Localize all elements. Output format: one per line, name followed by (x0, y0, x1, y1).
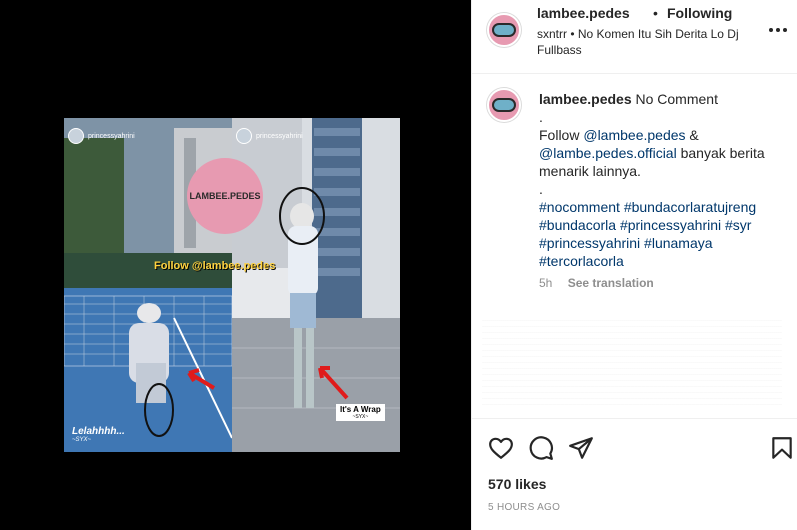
avatar[interactable] (487, 88, 521, 122)
caption-lelah-text: Lelahhhh... (72, 426, 125, 437)
see-translation-button[interactable]: See translation (568, 276, 654, 290)
post-actions: 570 likes 5 HOURS AGO (472, 418, 797, 530)
heart-icon[interactable] (488, 435, 514, 461)
follow-overlay-text: Follow @lambee.pedes (154, 260, 276, 272)
avatar-image (492, 98, 516, 112)
more-dot (769, 28, 773, 32)
caption-dot-line: . (539, 181, 543, 197)
more-dot (783, 28, 787, 32)
bookmark-icon[interactable] (769, 435, 795, 461)
comment-time[interactable]: 5h (539, 276, 552, 290)
mention-link[interactable]: @lambe.pedes.official (539, 145, 677, 161)
music-info[interactable]: sxntrr • No Komen Itu Sih Derita Lo Dj F… (537, 26, 752, 58)
comment-bubble-icon[interactable] (528, 435, 554, 461)
story-avatar (68, 128, 84, 144)
more-horizontal-icon[interactable] (769, 28, 787, 32)
comment-meta: 5h See translation (539, 276, 654, 290)
avatar[interactable] (487, 13, 521, 47)
lambee-pedes-logo: LAMBEE.PEDES (187, 158, 263, 234)
caption-wrap-text: It's A Wrap (340, 405, 381, 414)
collage-panel-right: princessyahrini It's A Wrap ~SYX~ (232, 118, 400, 452)
caption-lelah-sub: ~SYX~ (72, 437, 92, 443)
story-username: princessyahrini (88, 132, 135, 140)
story-header-right: princessyahrini (236, 128, 303, 144)
like-count[interactable]: 570 likes (488, 476, 546, 492)
post-header: lambee.pedes • Following sxntrr • No Kom… (472, 0, 797, 74)
follow-word: Follow (539, 127, 580, 143)
caption-lelah: Lelahhhh... ~SYX~ (72, 426, 125, 443)
ampersand: & (689, 127, 699, 143)
caption-follow-line: Follow @lambee.pedes & @lambe.pedes.offi… (539, 126, 779, 180)
caption-text: lambee.pedes No Comment . Follow @lambee… (539, 90, 779, 270)
post-timestamp[interactable]: 5 HOURS AGO (488, 502, 560, 513)
avatar-image (492, 23, 516, 37)
header-separator: • (653, 5, 658, 21)
story-username: princessyahrini (256, 132, 303, 140)
caption-wrap-sub: ~SYX~ (352, 414, 369, 420)
post-sidebar: lambee.pedes • Following sxntrr • No Kom… (471, 0, 797, 530)
paper-plane-icon[interactable] (568, 435, 594, 461)
building-scene (232, 118, 400, 452)
mention-link[interactable]: @lambee.pedes (583, 127, 685, 143)
caption-its-a-wrap: It's A Wrap ~SYX~ (336, 404, 385, 421)
story-header-left: princessyahrini (68, 128, 135, 144)
logo-text: LAMBEE.PEDES (189, 191, 261, 201)
post-media-area: princessyahrini Lelahhhh... ~SYX~ prince… (0, 0, 471, 530)
hashtags[interactable]: #nocomment #bundacorlaratujreng #bundaco… (539, 198, 779, 270)
post-image[interactable]: princessyahrini Lelahhhh... ~SYX~ prince… (64, 118, 400, 452)
caption-dot-line: . (539, 109, 543, 125)
story-avatar (236, 128, 252, 144)
faded-comments (482, 320, 782, 410)
more-dot (776, 28, 780, 32)
comment-username[interactable]: lambee.pedes (539, 91, 632, 107)
comment-first-line: No Comment (635, 91, 718, 107)
header-username[interactable]: lambee.pedes (537, 5, 630, 21)
following-button[interactable]: Following (667, 5, 732, 21)
